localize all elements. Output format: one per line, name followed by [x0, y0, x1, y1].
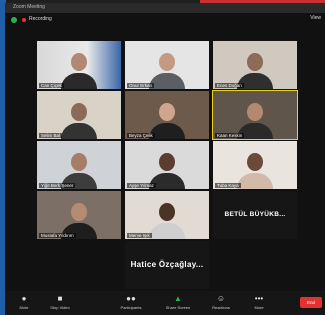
- share-screen-button[interactable]: ▲ Share Screen: [161, 294, 195, 310]
- share-screen-icon: ▲: [174, 294, 182, 303]
- video-camera-icon: ■: [57, 294, 63, 303]
- more-button[interactable]: ••• More: [242, 294, 276, 310]
- participant-name: Enes Doğan: [215, 83, 244, 88]
- participant-name: Kaan Keskin: [215, 133, 245, 138]
- video-tile-active-speaker[interactable]: Kaan Keskin: [212, 90, 298, 140]
- participants-button[interactable]: ●● Participants: [114, 294, 148, 310]
- record-icon: [22, 18, 26, 22]
- participant-display-name: Hatice Özçağlay...: [130, 260, 204, 269]
- window-title: Zoom Meeting: [13, 4, 45, 10]
- video-tile[interactable]: Merve Işık: [125, 191, 209, 239]
- stop-video-button[interactable]: ■ Stop Video: [43, 294, 77, 310]
- microphone-icon: ●: [21, 294, 27, 303]
- participant-name: Selim Bal: [39, 133, 63, 138]
- end-meeting-button[interactable]: End: [300, 297, 322, 308]
- video-tile[interactable]: Mustafa Yıldırım: [37, 191, 121, 239]
- name-only-tile[interactable]: Hatice Özçağlay...: [125, 241, 209, 289]
- video-tile[interactable]: Tuba Kaya: [213, 141, 297, 189]
- title-bar: Zoom Meeting: [5, 3, 325, 13]
- status-bar: Recording View: [5, 13, 325, 27]
- video-tile[interactable]: Ayşe Yılmaz: [125, 141, 209, 189]
- video-tile[interactable]: Yiğit Berk Şener: [37, 141, 121, 189]
- participants-icon: ●●: [126, 294, 136, 303]
- video-tile[interactable]: Enes Doğan: [213, 41, 297, 89]
- recording-label: Recording: [29, 16, 52, 22]
- participant-name: Can Çiçek: [39, 83, 64, 88]
- participant-name: Onur Erkan: [127, 83, 155, 88]
- participant-name: Tuba Kaya: [215, 183, 241, 188]
- video-tile[interactable]: Onur Erkan: [125, 41, 209, 89]
- meeting-window: Zoom Meeting Recording View Can Çiçek On…: [5, 3, 325, 315]
- view-button[interactable]: View: [310, 15, 321, 21]
- name-only-tile[interactable]: BETÜL BÜYÜKB...: [213, 191, 297, 239]
- participant-name: Mustafa Yıldırım: [39, 233, 76, 238]
- video-tile[interactable]: Selim Bal: [37, 91, 121, 139]
- participant-name: Merve Işık: [127, 233, 152, 238]
- reactions-button[interactable]: ☺ Reactions: [204, 294, 238, 310]
- shield-icon[interactable]: [11, 17, 17, 23]
- mute-button[interactable]: ● Mute: [7, 294, 41, 310]
- video-tile[interactable]: Beyza Çelik: [125, 91, 209, 139]
- participant-display-name: BETÜL BÜYÜKB...: [224, 211, 286, 218]
- reactions-icon: ☺: [216, 294, 226, 303]
- participant-name: Beyza Çelik: [127, 133, 155, 138]
- meeting-toolbar: ● Mute ■ Stop Video ●● Participants ▲ Sh…: [5, 291, 325, 315]
- video-tile[interactable]: Can Çiçek: [37, 41, 121, 89]
- participant-name: Yiğit Berk Şener: [39, 183, 76, 188]
- more-icon: •••: [254, 294, 264, 303]
- participant-name: Ayşe Yılmaz: [127, 183, 156, 188]
